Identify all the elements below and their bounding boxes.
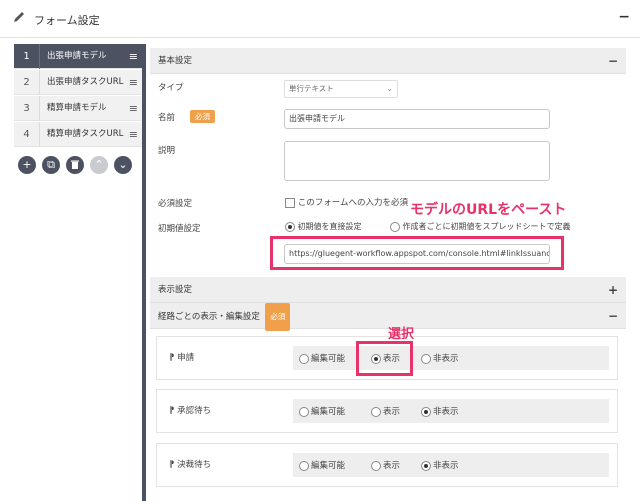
- option-label: 非表示: [433, 461, 459, 471]
- initial-direct-option[interactable]: 初期値を直接設定: [285, 221, 362, 232]
- route-name-text: 決裁待ち: [177, 460, 212, 470]
- route-name: ⁋ 承認待ち: [169, 406, 212, 416]
- option-show[interactable]: 表示: [371, 405, 400, 417]
- section-title: 基本設定: [158, 56, 193, 66]
- description-textarea[interactable]: [284, 141, 550, 181]
- expand-icon[interactable]: +: [608, 277, 618, 303]
- drag-handle-icon[interactable]: ≡: [129, 70, 138, 95]
- option-label: 非表示: [433, 354, 459, 364]
- required-setting-label: 必須設定: [158, 199, 193, 209]
- radio-selected[interactable]: [421, 460, 431, 471]
- collapse-icon[interactable]: −: [608, 303, 618, 329]
- sidebar-item-label: 出張申請モデル: [47, 51, 107, 61]
- option-hide[interactable]: 非表示: [421, 459, 459, 471]
- radio-unselected[interactable]: [421, 353, 431, 364]
- sidebar-item-label: 出張申請タスクURL: [47, 77, 124, 87]
- name-label: 名前: [158, 113, 176, 123]
- route-row-pending-decision: ⁋ 決裁待ち 編集可能 表示 非表示: [156, 443, 618, 487]
- route-name-text: 承認待ち: [177, 406, 212, 416]
- collapse-icon[interactable]: −: [608, 48, 618, 74]
- sidebar-item-label: 精算申請モデル: [47, 103, 107, 113]
- description-label: 説明: [158, 146, 176, 156]
- required-checkbox[interactable]: [285, 197, 295, 208]
- route-row-pending-approval: ⁋ 承認待ち 編集可能 表示 非表示: [156, 389, 618, 433]
- radio-unselected[interactable]: [371, 406, 381, 417]
- select-annotation: 選択: [388, 327, 415, 342]
- type-select[interactable]: 単行テキスト ⌄: [284, 80, 398, 98]
- option-label: 編集可能: [311, 407, 346, 417]
- route-name-text: 申請: [177, 353, 195, 363]
- pencil-icon: [14, 12, 24, 22]
- option-label: 表示: [383, 461, 401, 471]
- item-number: 2: [14, 70, 40, 95]
- radio-selected[interactable]: [285, 221, 295, 232]
- initial-value-label: 初期値設定: [158, 224, 201, 234]
- option-hide[interactable]: 非表示: [421, 352, 459, 364]
- radio-selected[interactable]: [421, 406, 431, 417]
- trash-icon[interactable]: [66, 156, 84, 174]
- sidebar-item-label: 精算申請タスクURL: [47, 129, 124, 139]
- copy-icon[interactable]: ⧉: [42, 156, 60, 174]
- basic-settings-header[interactable]: 基本設定 −: [150, 48, 626, 74]
- required-badge: 必須: [265, 303, 291, 331]
- url-input-value: https://gluegent-workflow.appspot.com/co…: [289, 249, 550, 258]
- radio-unselected[interactable]: [390, 221, 400, 232]
- option-label: 非表示: [433, 407, 459, 417]
- route-name: ⁋ 申請: [169, 353, 195, 363]
- initial-spreadsheet-label: 作成者ごとに初期値をスプレッドシートで定義: [402, 222, 571, 231]
- sidebar-item-2[interactable]: 2 出張申請タスクURL ≡: [14, 70, 142, 95]
- option-editable[interactable]: 編集可能: [299, 459, 345, 471]
- option-label: 表示: [383, 407, 401, 417]
- sidebar-item-1[interactable]: 1 出張申請モデル ≡: [14, 44, 142, 69]
- item-number: 4: [14, 122, 40, 147]
- route-options: 編集可能 表示 非表示: [293, 346, 609, 370]
- form-list-sidebar: 1 出張申請モデル ≡ 2 出張申請タスクURL ≡ 3 精算申請モデル ≡ 4…: [14, 44, 146, 501]
- name-input-value: 出張申請モデル: [289, 114, 345, 123]
- route-options: 編集可能 表示 非表示: [293, 399, 609, 423]
- paste-annotation: モデルのURLをペースト: [408, 199, 569, 219]
- radio-unselected[interactable]: [371, 460, 381, 471]
- form-settings-header: フォーム設定 −: [0, 0, 640, 38]
- display-settings-header[interactable]: 表示設定 +: [150, 277, 626, 303]
- required-badge: 必須: [190, 110, 215, 123]
- radio-unselected[interactable]: [299, 460, 309, 471]
- name-input[interactable]: 出張申請モデル: [284, 109, 550, 129]
- select-highlight-box: [356, 341, 413, 376]
- radio-unselected[interactable]: [299, 406, 309, 417]
- item-number: 3: [14, 96, 40, 121]
- option-label: 編集可能: [311, 354, 346, 364]
- route-name: ⁋ 決裁待ち: [169, 460, 212, 470]
- item-number: 1: [14, 44, 40, 69]
- option-hide[interactable]: 非表示: [421, 405, 459, 417]
- section-title: 経路ごとの表示・編集設定 必須: [158, 303, 291, 331]
- type-select-value: 単行テキスト: [289, 84, 334, 93]
- radio-unselected[interactable]: [299, 353, 309, 364]
- collapse-button[interactable]: −: [618, 9, 630, 25]
- initial-value-url-input[interactable]: https://gluegent-workflow.appspot.com/co…: [284, 244, 550, 264]
- initial-spreadsheet-option[interactable]: 作成者ごとに初期値をスプレッドシートで定義: [390, 221, 571, 232]
- drag-handle-icon[interactable]: ≡: [129, 44, 138, 69]
- option-editable[interactable]: 編集可能: [299, 405, 345, 417]
- option-show[interactable]: 表示: [371, 459, 400, 471]
- required-checkbox-row[interactable]: このフォームへの入力を必須: [285, 196, 408, 208]
- add-icon[interactable]: +: [18, 156, 36, 174]
- up-icon[interactable]: ⌃: [90, 156, 108, 174]
- page-title: フォーム設定: [34, 14, 100, 27]
- drag-handle-icon[interactable]: ≡: [129, 96, 138, 121]
- sidebar-item-4[interactable]: 4 精算申請タスクURL ≡: [14, 122, 142, 147]
- chevron-down-icon: ⌄: [386, 84, 393, 93]
- type-label: タイプ: [158, 83, 184, 93]
- initial-direct-label: 初期値を直接設定: [297, 222, 362, 231]
- route-options: 編集可能 表示 非表示: [293, 453, 609, 477]
- required-checkbox-label: このフォームへの入力を必須: [297, 198, 408, 208]
- down-icon[interactable]: ⌄: [114, 156, 132, 174]
- section-title: 表示設定: [158, 285, 193, 295]
- option-editable[interactable]: 編集可能: [299, 352, 345, 364]
- option-label: 編集可能: [311, 461, 346, 471]
- drag-handle-icon[interactable]: ≡: [129, 122, 138, 147]
- sidebar-item-3[interactable]: 3 精算申請モデル ≡: [14, 96, 142, 121]
- route-settings-title: 経路ごとの表示・編集設定: [158, 312, 260, 322]
